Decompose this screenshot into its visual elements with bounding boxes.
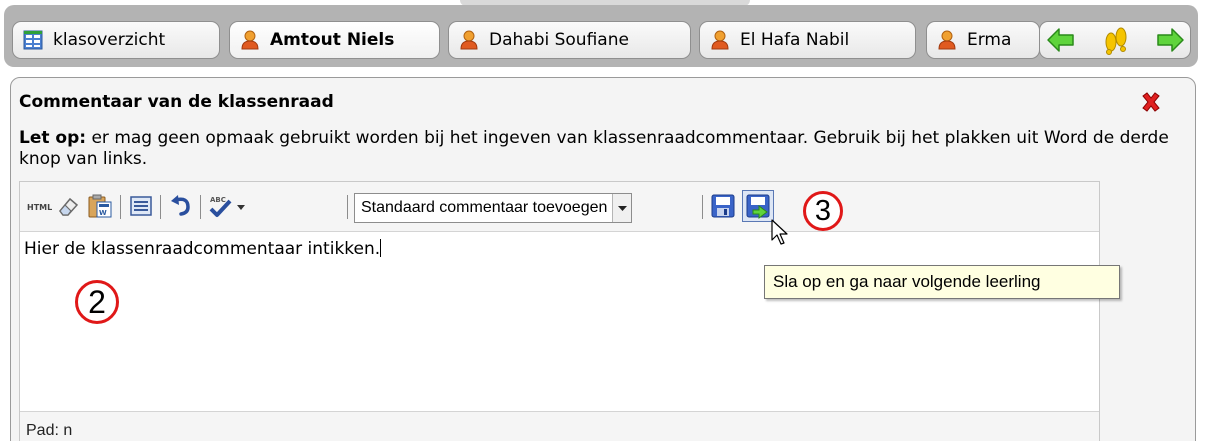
tab-label: klasoverzicht (53, 30, 166, 50)
comment-text: Hier de klassenraadcommentaar intikken. (24, 239, 381, 259)
tab-label: Erma (967, 30, 1012, 50)
tooltip-text: Sla op en ga naar volgende leerling (773, 272, 1041, 291)
comment-editor: HTML W ABC Standaard commentaar toevoege… (19, 181, 1100, 441)
student-tabbar: klasoverzicht Amtout Niels Dahabi Soufia… (4, 5, 1198, 67)
svg-text:ABC: ABC (210, 196, 226, 204)
step-2-label: 2 (88, 284, 106, 320)
toolbar-separator (160, 195, 161, 219)
svg-text:W: W (99, 209, 107, 217)
tab-label: Amtout Niels (270, 30, 395, 50)
student-icon (710, 30, 730, 50)
spellcheck-icon[interactable]: ABC (208, 193, 248, 219)
toolbar-separator (702, 195, 703, 219)
editor-path-bar: Pad: n (20, 411, 1099, 441)
arrow-right-icon[interactable] (1155, 25, 1185, 55)
tab-klasoverzicht[interactable]: klasoverzicht (12, 21, 220, 59)
formatting-notice: Let op: er mag geen opmaak gebruikt word… (19, 128, 1184, 170)
tab-student-dahabi-soufiane[interactable]: Dahabi Soufiane (448, 21, 691, 59)
paste-from-word-icon[interactable]: W (86, 193, 114, 219)
standard-comment-dropdown[interactable]: Standaard commentaar toevoegen (354, 193, 632, 223)
notice-emphasis: Let op: (19, 128, 87, 148)
student-navigation (1039, 21, 1191, 59)
tab-label: Dahabi Soufiane (489, 30, 629, 50)
student-icon (240, 30, 260, 50)
class-overview-icon (23, 30, 43, 50)
path-label: Pad: n (26, 422, 73, 439)
arrow-left-icon[interactable] (1046, 25, 1076, 55)
panel-title: Commentaar van de klassenraad (19, 92, 334, 112)
chevron-down-icon[interactable] (612, 194, 631, 222)
dropdown-value: Standaard commentaar toevoegen (361, 199, 608, 216)
mouse-pointer-icon (770, 218, 790, 248)
step-3-marker: 3 (803, 191, 843, 231)
tab-student-erma[interactable]: Erma (926, 21, 1040, 59)
select-all-icon[interactable] (128, 193, 154, 219)
text-caret (380, 239, 382, 257)
html-source-icon[interactable]: HTML (26, 193, 52, 219)
toolbar-separator (347, 195, 348, 219)
toolbar-separator (120, 195, 121, 219)
tab-student-amtout-niels[interactable]: Amtout Niels (229, 21, 440, 59)
save-icon[interactable] (710, 193, 736, 219)
tab-label: El Hafa Nabil (740, 30, 850, 50)
save-next-tooltip: Sla op en ga naar volgende leerling (764, 265, 1120, 299)
student-icon (459, 30, 479, 50)
tab-student-el-hafa-nabil[interactable]: El Hafa Nabil (699, 21, 916, 59)
footsteps-icon[interactable] (1101, 25, 1131, 55)
undo-icon[interactable] (168, 193, 194, 219)
step-3-label: 3 (814, 195, 832, 227)
editor-toolbar: HTML W ABC Standaard commentaar toevoege… (20, 182, 1099, 232)
notice-text: er mag geen opmaak gebruikt worden bij h… (19, 128, 1169, 169)
eraser-icon[interactable] (56, 193, 82, 219)
toolbar-separator (200, 195, 201, 219)
student-icon (937, 30, 957, 50)
comment-textarea[interactable]: Hier de klassenraadcommentaar intikken. (20, 233, 1099, 411)
step-2-marker: 2 (75, 280, 119, 324)
close-icon[interactable] (1139, 90, 1163, 114)
html-source-label: HTML (27, 203, 52, 212)
